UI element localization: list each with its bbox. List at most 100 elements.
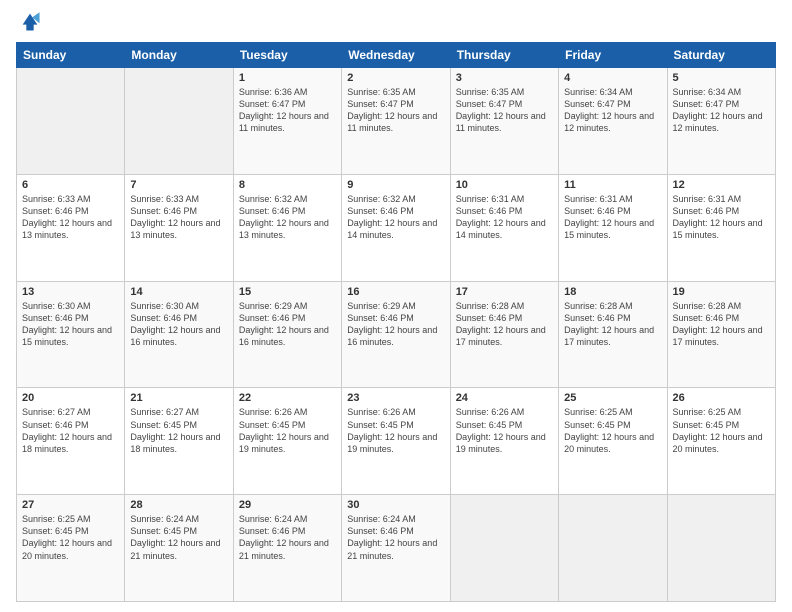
day-info: Sunrise: 6:31 AM Sunset: 6:46 PM Dayligh…: [564, 193, 661, 242]
calendar-week-row: 13 Sunrise: 6:30 AM Sunset: 6:46 PM Dayli…: [17, 281, 776, 388]
weekday-header-sunday: Sunday: [17, 43, 125, 68]
weekday-header-thursday: Thursday: [450, 43, 558, 68]
day-info: Sunrise: 6:29 AM Sunset: 6:46 PM Dayligh…: [239, 300, 336, 349]
day-info: Sunrise: 6:28 AM Sunset: 6:46 PM Dayligh…: [456, 300, 553, 349]
calendar-cell: 9 Sunrise: 6:32 AM Sunset: 6:46 PM Daylig…: [342, 174, 450, 281]
calendar-cell: [667, 495, 775, 602]
calendar-cell: 17 Sunrise: 6:28 AM Sunset: 6:46 PM Dayli…: [450, 281, 558, 388]
day-number: 23: [347, 392, 444, 404]
day-info: Sunrise: 6:28 AM Sunset: 6:46 PM Dayligh…: [564, 300, 661, 349]
day-info: Sunrise: 6:32 AM Sunset: 6:46 PM Dayligh…: [347, 193, 444, 242]
day-info: Sunrise: 6:24 AM Sunset: 6:46 PM Dayligh…: [239, 513, 336, 562]
day-info: Sunrise: 6:26 AM Sunset: 6:45 PM Dayligh…: [456, 406, 553, 455]
day-number: 14: [130, 286, 227, 298]
day-number: 5: [673, 72, 770, 84]
calendar-cell: 23 Sunrise: 6:26 AM Sunset: 6:45 PM Dayli…: [342, 388, 450, 495]
calendar-cell: 1 Sunrise: 6:36 AM Sunset: 6:47 PM Daylig…: [233, 68, 341, 175]
day-number: 17: [456, 286, 553, 298]
weekday-header-saturday: Saturday: [667, 43, 775, 68]
day-number: 26: [673, 392, 770, 404]
calendar-week-row: 1 Sunrise: 6:36 AM Sunset: 6:47 PM Daylig…: [17, 68, 776, 175]
calendar-week-row: 27Sunrise: 6:25 AM Sunset: 6:45 PM Dayli…: [17, 495, 776, 602]
calendar-cell: 26Sunrise: 6:25 AM Sunset: 6:45 PM Dayli…: [667, 388, 775, 495]
calendar-cell: 7 Sunrise: 6:33 AM Sunset: 6:46 PM Daylig…: [125, 174, 233, 281]
weekday-header-monday: Monday: [125, 43, 233, 68]
day-number: 19: [673, 286, 770, 298]
day-number: 1: [239, 72, 336, 84]
day-info: Sunrise: 6:26 AM Sunset: 6:45 PM Dayligh…: [239, 406, 336, 455]
day-info: Sunrise: 6:30 AM Sunset: 6:46 PM Dayligh…: [22, 300, 119, 349]
day-number: 29: [239, 499, 336, 511]
day-info: Sunrise: 6:26 AM Sunset: 6:45 PM Dayligh…: [347, 406, 444, 455]
weekday-header-wednesday: Wednesday: [342, 43, 450, 68]
calendar-cell: 30Sunrise: 6:24 AM Sunset: 6:46 PM Dayli…: [342, 495, 450, 602]
calendar-cell: 4 Sunrise: 6:34 AM Sunset: 6:47 PM Daylig…: [559, 68, 667, 175]
calendar-cell: 12 Sunrise: 6:31 AM Sunset: 6:46 PM Dayli…: [667, 174, 775, 281]
day-number: 28: [130, 499, 227, 511]
day-number: 21: [130, 392, 227, 404]
day-info: Sunrise: 6:36 AM Sunset: 6:47 PM Dayligh…: [239, 86, 336, 135]
day-number: 25: [564, 392, 661, 404]
day-number: 15: [239, 286, 336, 298]
day-number: 3: [456, 72, 553, 84]
calendar-cell: 27Sunrise: 6:25 AM Sunset: 6:45 PM Dayli…: [17, 495, 125, 602]
day-info: Sunrise: 6:32 AM Sunset: 6:46 PM Dayligh…: [239, 193, 336, 242]
calendar-cell: 10Sunrise: 6:31 AM Sunset: 6:46 PM Dayli…: [450, 174, 558, 281]
calendar-cell: [17, 68, 125, 175]
day-info: Sunrise: 6:30 AM Sunset: 6:46 PM Dayligh…: [130, 300, 227, 349]
calendar-cell: 8 Sunrise: 6:32 AM Sunset: 6:46 PM Daylig…: [233, 174, 341, 281]
weekday-header-friday: Friday: [559, 43, 667, 68]
calendar-table: SundayMondayTuesdayWednesdayThursdayFrid…: [16, 42, 776, 602]
calendar-cell: [450, 495, 558, 602]
day-number: 20: [22, 392, 119, 404]
day-number: 27: [22, 499, 119, 511]
day-number: 7: [130, 179, 227, 191]
day-info: Sunrise: 6:27 AM Sunset: 6:45 PM Dayligh…: [130, 406, 227, 455]
day-info: Sunrise: 6:28 AM Sunset: 6:46 PM Dayligh…: [673, 300, 770, 349]
day-number: 24: [456, 392, 553, 404]
calendar-cell: 6 Sunrise: 6:33 AM Sunset: 6:46 PM Daylig…: [17, 174, 125, 281]
calendar-cell: 13 Sunrise: 6:30 AM Sunset: 6:46 PM Dayli…: [17, 281, 125, 388]
day-info: Sunrise: 6:31 AM Sunset: 6:46 PM Dayligh…: [673, 193, 770, 242]
day-info: Sunrise: 6:34 AM Sunset: 6:47 PM Dayligh…: [673, 86, 770, 135]
calendar-cell: 2Sunrise: 6:35 AM Sunset: 6:47 PM Daylig…: [342, 68, 450, 175]
calendar-week-row: 6 Sunrise: 6:33 AM Sunset: 6:46 PM Daylig…: [17, 174, 776, 281]
day-number: 8: [239, 179, 336, 191]
calendar-cell: 22Sunrise: 6:26 AM Sunset: 6:45 PM Dayli…: [233, 388, 341, 495]
calendar-cell: 14 Sunrise: 6:30 AM Sunset: 6:46 PM Dayli…: [125, 281, 233, 388]
day-info: Sunrise: 6:27 AM Sunset: 6:46 PM Dayligh…: [22, 406, 119, 455]
calendar-cell: 5 Sunrise: 6:34 AM Sunset: 6:47 PM Daylig…: [667, 68, 775, 175]
day-info: Sunrise: 6:34 AM Sunset: 6:47 PM Dayligh…: [564, 86, 661, 135]
day-info: Sunrise: 6:29 AM Sunset: 6:46 PM Dayligh…: [347, 300, 444, 349]
day-number: 16: [347, 286, 444, 298]
calendar-cell: 19 Sunrise: 6:28 AM Sunset: 6:46 PM Dayli…: [667, 281, 775, 388]
page: SundayMondayTuesdayWednesdayThursdayFrid…: [0, 0, 792, 612]
calendar-cell: [125, 68, 233, 175]
day-number: 18: [564, 286, 661, 298]
day-number: 13: [22, 286, 119, 298]
calendar-cell: 28 Sunrise: 6:24 AM Sunset: 6:45 PM Dayli…: [125, 495, 233, 602]
calendar-cell: 24 Sunrise: 6:26 AM Sunset: 6:45 PM Dayli…: [450, 388, 558, 495]
day-number: 12: [673, 179, 770, 191]
logo: [16, 14, 41, 32]
calendar-cell: 20 Sunrise: 6:27 AM Sunset: 6:46 PM Dayli…: [17, 388, 125, 495]
day-number: 11: [564, 179, 661, 191]
day-number: 9: [347, 179, 444, 191]
day-number: 4: [564, 72, 661, 84]
day-info: Sunrise: 6:33 AM Sunset: 6:46 PM Dayligh…: [130, 193, 227, 242]
header: [16, 14, 776, 32]
weekday-header-row: SundayMondayTuesdayWednesdayThursdayFrid…: [17, 43, 776, 68]
day-info: Sunrise: 6:35 AM Sunset: 6:47 PM Dayligh…: [347, 86, 444, 135]
calendar-body: 1 Sunrise: 6:36 AM Sunset: 6:47 PM Daylig…: [17, 68, 776, 602]
day-info: Sunrise: 6:24 AM Sunset: 6:46 PM Dayligh…: [347, 513, 444, 562]
calendar-cell: 21 Sunrise: 6:27 AM Sunset: 6:45 PM Dayli…: [125, 388, 233, 495]
logo-icon: [19, 10, 41, 32]
calendar-cell: 3Sunrise: 6:35 AM Sunset: 6:47 PM Daylig…: [450, 68, 558, 175]
calendar-cell: 29 Sunrise: 6:24 AM Sunset: 6:46 PM Dayli…: [233, 495, 341, 602]
day-info: Sunrise: 6:33 AM Sunset: 6:46 PM Dayligh…: [22, 193, 119, 242]
calendar-cell: 18 Sunrise: 6:28 AM Sunset: 6:46 PM Dayli…: [559, 281, 667, 388]
calendar-week-row: 20 Sunrise: 6:27 AM Sunset: 6:46 PM Dayli…: [17, 388, 776, 495]
day-number: 6: [22, 179, 119, 191]
day-number: 10: [456, 179, 553, 191]
day-info: Sunrise: 6:24 AM Sunset: 6:45 PM Dayligh…: [130, 513, 227, 562]
